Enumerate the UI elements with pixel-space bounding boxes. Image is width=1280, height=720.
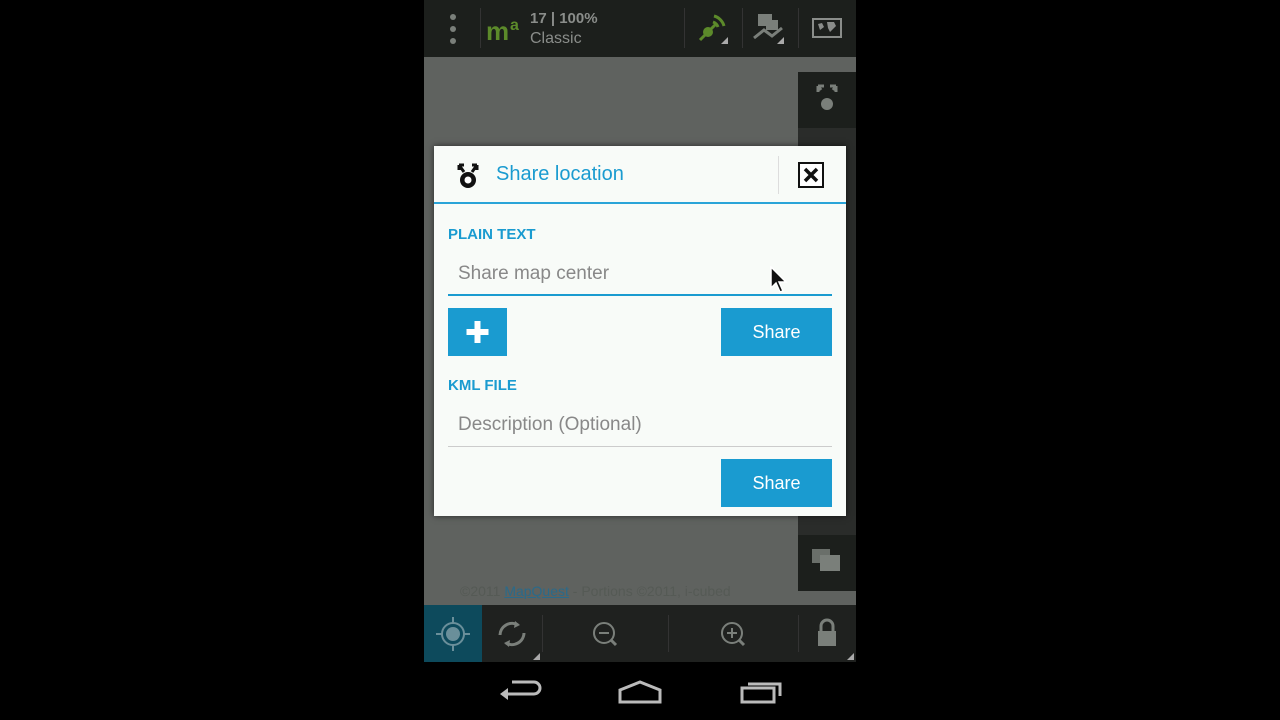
share-kml-button[interactable]: Share xyxy=(721,459,832,507)
map-attribution: ©2011 MapQuest - Portions ©2011, i-cubed xyxy=(460,583,731,599)
mapquest-logo: m a xyxy=(486,10,530,46)
svg-text:m: m xyxy=(486,16,509,46)
dialog-header: Share location xyxy=(434,146,846,204)
bottom-toolbar xyxy=(424,605,856,662)
close-icon[interactable] xyxy=(798,162,824,188)
overflow-menu-icon[interactable] xyxy=(442,12,464,46)
route-icon[interactable] xyxy=(750,10,786,46)
layers-rail-button[interactable] xyxy=(798,535,856,591)
map-style-label: Classic xyxy=(530,30,582,47)
svg-text:a: a xyxy=(510,17,519,34)
plain-text-label: PLAIN TEXT xyxy=(448,226,536,243)
kml-file-label: KML FILE xyxy=(448,377,517,394)
plus-icon xyxy=(466,321,489,343)
share-location-icon xyxy=(454,160,482,190)
world-map-icon[interactable] xyxy=(810,10,846,46)
share-location-rail-button[interactable] xyxy=(798,72,856,128)
mouse-cursor xyxy=(770,265,788,294)
share-location-dialog: Share location PLAIN TEXT Share KML FILE… xyxy=(434,146,846,516)
recent-apps-icon[interactable] xyxy=(732,676,792,708)
add-button[interactable] xyxy=(448,308,507,356)
mapquest-link[interactable]: MapQuest xyxy=(504,583,569,599)
dialog-title: Share location xyxy=(496,163,624,185)
back-icon[interactable] xyxy=(490,676,550,708)
phone-screen: m a 17 | 100% Classic ©2011 MapQuest - P… xyxy=(424,0,856,720)
top-action-bar: m a 17 | 100% Classic xyxy=(424,0,856,57)
zoom-in-button[interactable] xyxy=(702,605,762,662)
home-icon[interactable] xyxy=(610,676,670,708)
kml-description-input[interactable] xyxy=(448,407,832,443)
locate-me-button[interactable] xyxy=(424,605,482,662)
share-plain-text-button[interactable]: Share xyxy=(721,308,832,356)
system-nav-bar xyxy=(424,662,856,720)
lock-icon[interactable] xyxy=(798,605,856,662)
rotate-map-button[interactable] xyxy=(482,605,542,662)
gps-signal-icon[interactable] xyxy=(694,10,730,46)
zoom-status: 17 | 100% xyxy=(530,10,598,27)
zoom-out-button[interactable] xyxy=(574,605,634,662)
